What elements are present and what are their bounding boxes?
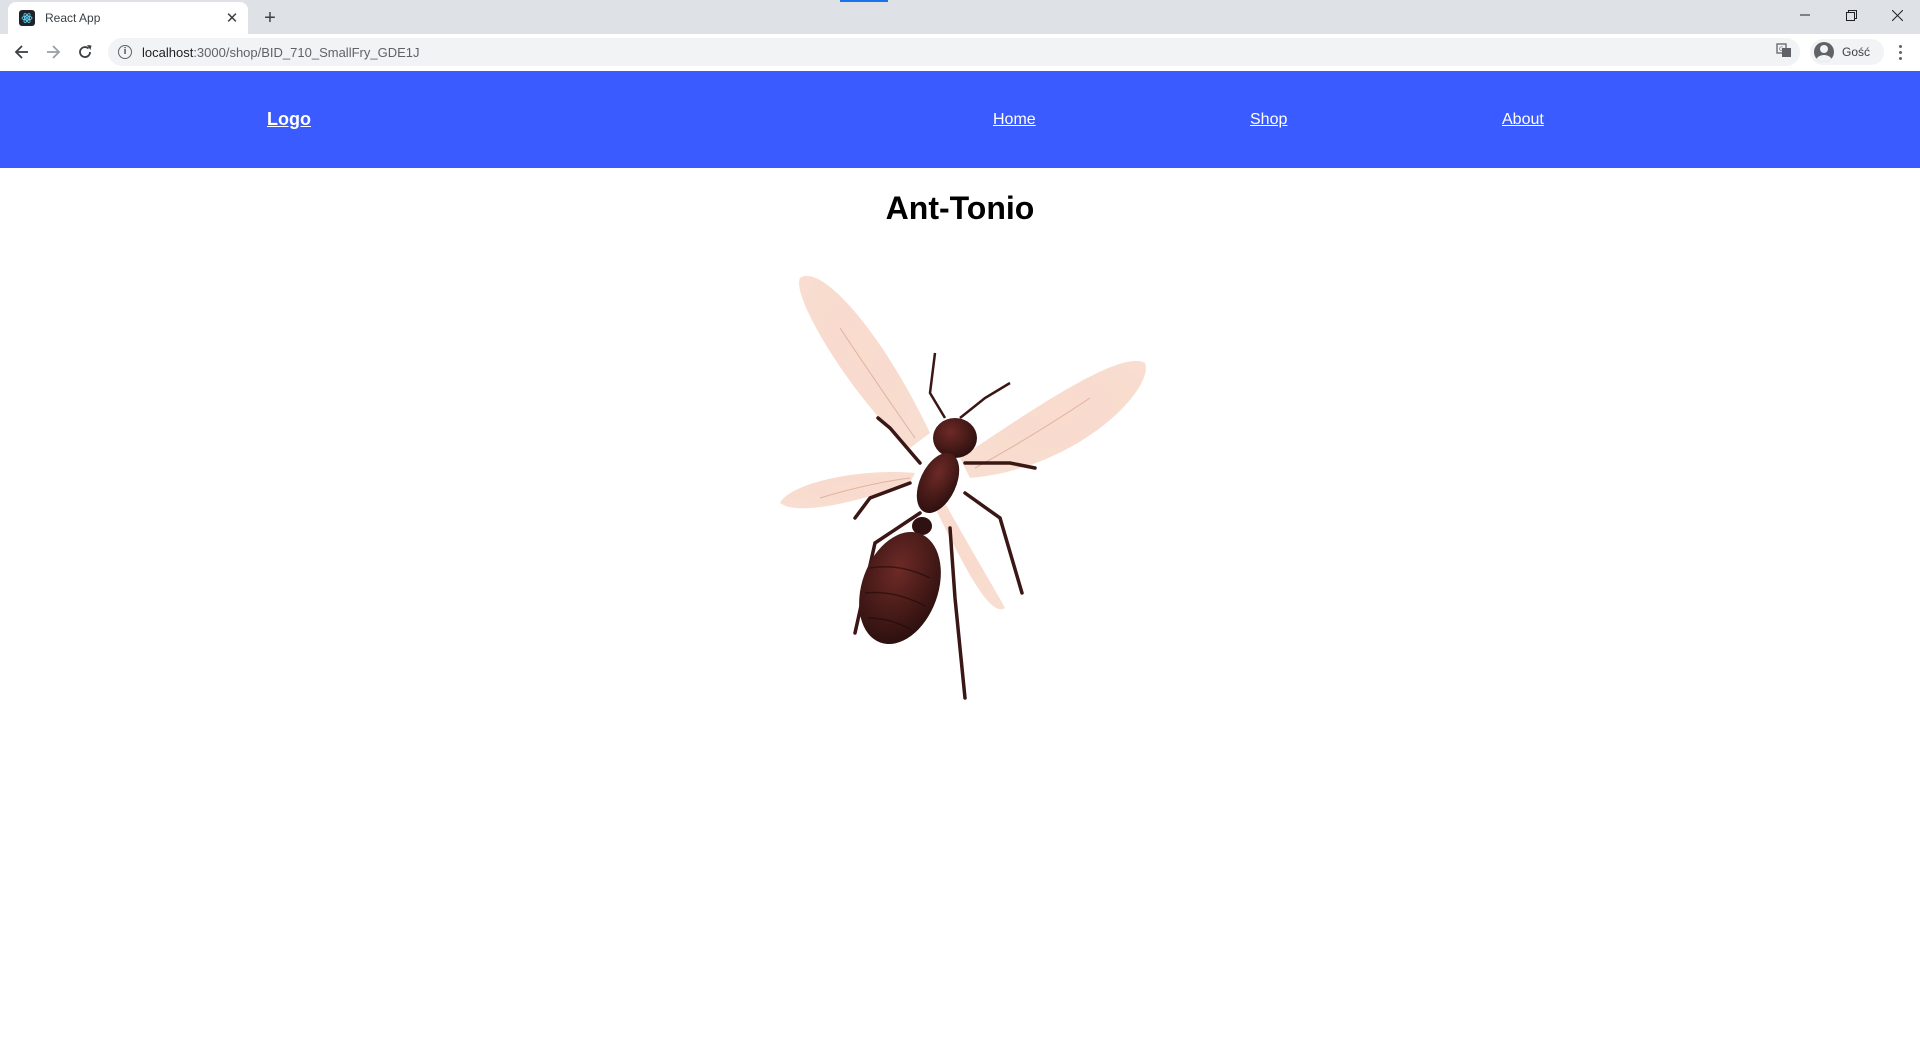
profile-name: Gość xyxy=(1842,45,1871,59)
site-navbar: Logo Home Shop About xyxy=(0,71,1920,168)
ant-head xyxy=(933,418,977,458)
back-button[interactable] xyxy=(8,38,36,66)
browser-tab[interactable]: React App ✕ xyxy=(8,2,248,34)
reload-icon xyxy=(79,45,92,58)
browser-tab-strip: React App ✕ + xyxy=(0,0,1920,34)
browser-menu-icon[interactable] xyxy=(1888,40,1912,64)
winged-ant-image xyxy=(780,275,1146,700)
new-tab-button[interactable]: + xyxy=(258,6,282,30)
address-bar[interactable]: i localhost:3000/shop/BID_710_SmallFry_G… xyxy=(108,38,1800,66)
tab-title: React App xyxy=(45,11,101,25)
nav-link-shop[interactable]: Shop xyxy=(1250,111,1287,129)
url-path: :3000/shop/BID_710_SmallFry_GDE1J xyxy=(193,44,420,60)
browser-toolbar: i localhost:3000/shop/BID_710_SmallFry_G… xyxy=(0,34,1920,72)
logo-link[interactable]: Logo xyxy=(267,109,311,130)
nav-link-about[interactable]: About xyxy=(1502,111,1544,129)
translate-icon[interactable]: G xyxy=(1776,42,1792,58)
reload-button[interactable] xyxy=(71,38,99,66)
ant-antennae xyxy=(928,352,1011,419)
guest-avatar-icon xyxy=(1814,42,1834,62)
minimize-window-button[interactable] xyxy=(1782,0,1828,30)
profile-button[interactable]: Gość xyxy=(1810,39,1884,65)
site-info-icon[interactable]: i xyxy=(118,45,132,59)
tab-close-icon[interactable]: ✕ xyxy=(224,10,240,27)
minimize-icon xyxy=(1800,14,1810,16)
url-host: localhost xyxy=(142,44,194,60)
close-icon xyxy=(1891,9,1903,21)
url-text[interactable]: localhost:3000/shop/BID_710_SmallFry_GDE… xyxy=(142,45,420,60)
svg-text:G: G xyxy=(1779,46,1784,53)
restore-window-button[interactable] xyxy=(1828,0,1874,30)
close-window-button[interactable] xyxy=(1874,0,1920,30)
product-title: Ant-Tonio xyxy=(885,190,1035,226)
restore-icon xyxy=(1845,9,1857,21)
forward-button[interactable] xyxy=(39,38,67,66)
back-arrow-icon xyxy=(14,45,28,59)
react-favicon-icon xyxy=(19,10,35,26)
ant-abdomen xyxy=(859,531,941,645)
forward-arrow-icon xyxy=(47,45,61,59)
tab-loading-indicator xyxy=(840,0,888,2)
nav-link-home[interactable]: Home xyxy=(993,111,1036,129)
